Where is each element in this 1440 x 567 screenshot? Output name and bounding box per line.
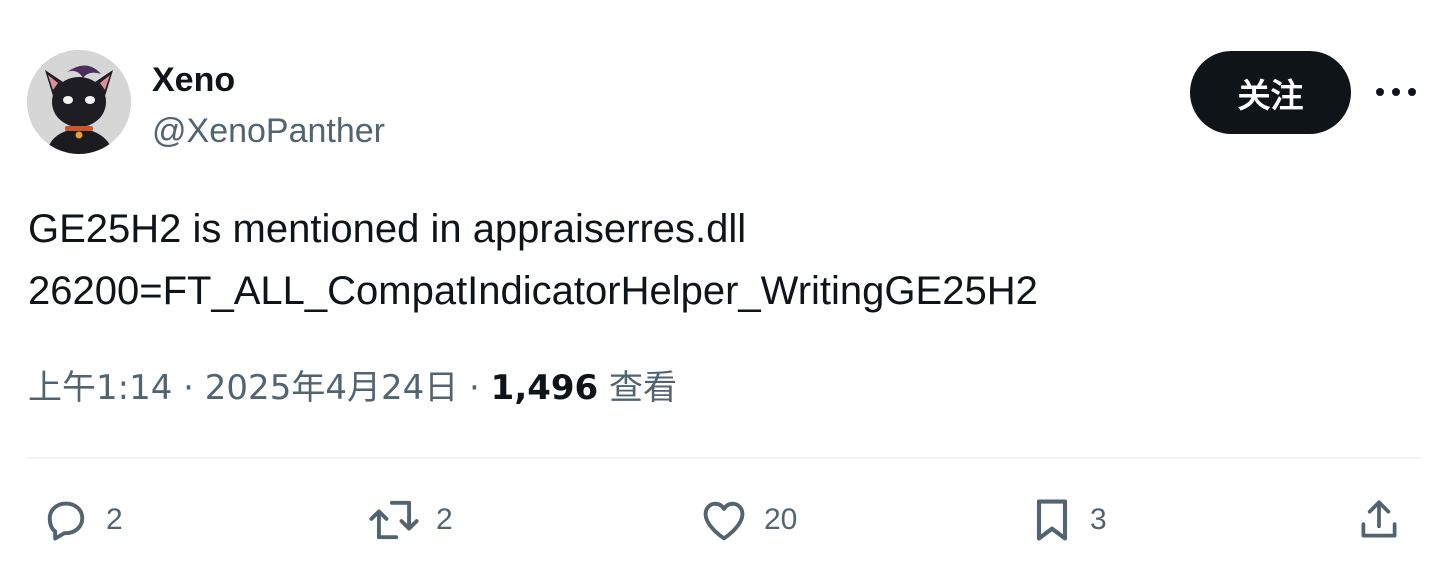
follow-button[interactable]: 关注 — [1190, 51, 1351, 134]
repost-button[interactable]: 2 — [366, 492, 453, 548]
share-button[interactable] — [1354, 492, 1404, 548]
like-count: 20 — [764, 503, 798, 536]
share-icon — [1361, 500, 1397, 538]
tweet-time[interactable]: 上午1:14 — [28, 368, 172, 408]
meta-separator: · — [469, 368, 480, 408]
divider — [28, 457, 1420, 459]
bookmark-button[interactable]: 3 — [1028, 492, 1107, 548]
tweet-date[interactable]: 2025年4月24日 — [205, 368, 458, 408]
display-name[interactable]: Xeno — [152, 60, 235, 100]
tweet-line: 26200=FT_ALL_CompatIndicatorHelper_Writi… — [28, 269, 1038, 313]
user-handle[interactable]: @XenoPanther — [152, 111, 385, 151]
more-horizontal-icon — [1376, 88, 1416, 96]
tweet-meta: 上午1:14 · 2025年4月24日 · 1,496 查看 — [28, 364, 677, 412]
meta-separator: · — [183, 368, 194, 408]
heart-icon — [703, 501, 745, 541]
bookmark-icon — [1036, 499, 1068, 541]
reply-count: 2 — [106, 503, 123, 536]
repost-icon — [369, 500, 419, 540]
avatar[interactable] — [27, 50, 131, 154]
tweet-line: GE25H2 is mentioned in appraiserres.dll — [28, 207, 747, 251]
views-label: 查看 — [609, 368, 678, 408]
repost-count: 2 — [436, 503, 453, 536]
views-count: 1,496 — [490, 368, 599, 408]
tweet-text: GE25H2 is mentioned in appraiserres.dll … — [28, 198, 1408, 322]
black-cat-avatar-icon — [27, 50, 131, 154]
more-options-button[interactable] — [1368, 72, 1424, 112]
bookmark-count: 3 — [1090, 503, 1107, 536]
like-button[interactable]: 20 — [698, 492, 797, 548]
reply-icon — [47, 501, 85, 541]
reply-button[interactable]: 2 — [40, 492, 123, 548]
